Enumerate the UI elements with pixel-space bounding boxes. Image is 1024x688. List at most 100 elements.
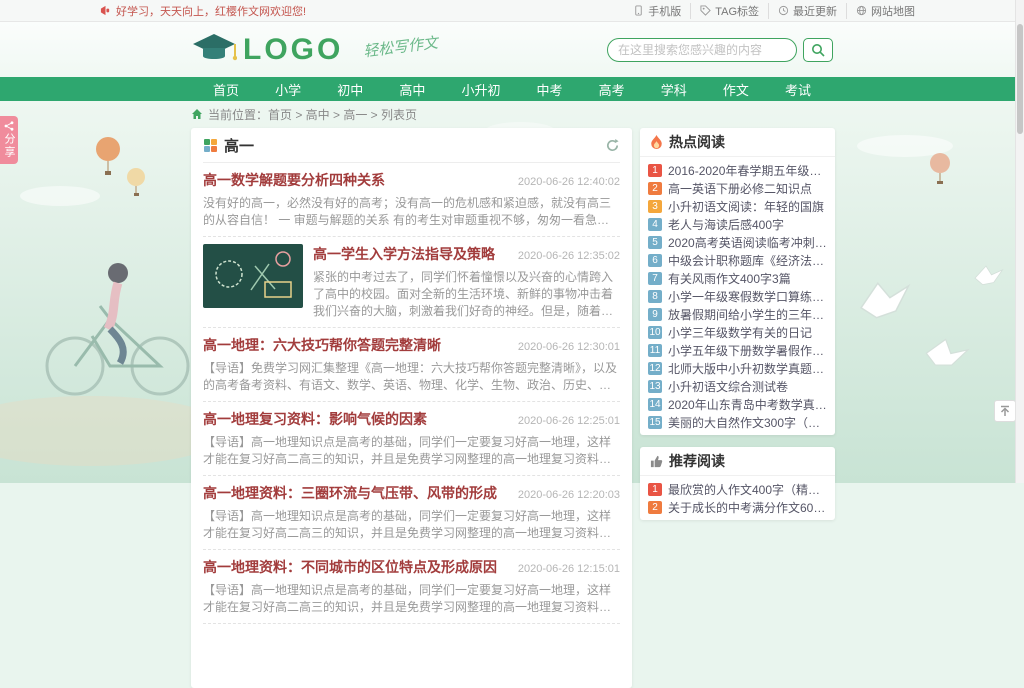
- hot-item-text: 有关风雨作文400字3篇: [668, 270, 791, 287]
- article-title-link[interactable]: 高一地理：六大技巧帮你答题完整清晰: [203, 335, 441, 355]
- nav-item[interactable]: 首页: [205, 77, 247, 102]
- refresh-button[interactable]: [605, 138, 620, 153]
- article-title-link[interactable]: 高一地理资料：三圈环流与气压带、风带的形成: [203, 483, 497, 503]
- article-title-link[interactable]: 高一数学解题要分析四种关系: [203, 170, 385, 190]
- scrollbar-thumb[interactable]: [1017, 24, 1023, 134]
- hot-reading-item[interactable]: 5 2020高考英语阅读临考冲刺试题附答案: [648, 233, 827, 251]
- hot-reading-item[interactable]: 1 2016-2020年春学期五年级语文下期末模拟: [648, 161, 827, 179]
- nav-item[interactable]: 中考: [529, 77, 571, 102]
- hot-item-text: 老人与海读后感400字: [668, 216, 784, 233]
- hot-reading-item[interactable]: 13 小升初语文综合测试卷: [648, 377, 827, 395]
- rank-badge: 4: [648, 218, 662, 231]
- article-title-link[interactable]: 高一地理资料：不同城市的区位特点及形成原因: [203, 557, 497, 577]
- article-snippet: 【导语】高一地理知识点是高考的基础，同学们一定要复习好高一地理，这样才能在复习好…: [203, 508, 620, 542]
- article-item: 高一学生入学方法指导及策略 2020-06-26 12:35:02 紧张的中考过…: [203, 237, 620, 328]
- phone-icon: [633, 5, 644, 16]
- tag-link[interactable]: TAG标签: [691, 3, 769, 19]
- nav-item[interactable]: 初中: [329, 77, 371, 102]
- topbar-links: 手机版 TAG标签 最近更新 网站地图: [624, 3, 924, 19]
- hot-reading-item[interactable]: 4 老人与海读后感400字: [648, 215, 827, 233]
- nav-item[interactable]: 高考: [591, 77, 633, 102]
- article-item: 高一数学解题要分析四种关系 2020-06-26 12:40:02 没有好的高一…: [203, 163, 620, 237]
- hot-reading-item[interactable]: 15 美丽的大自然作文300字（精选3篇）: [648, 413, 827, 431]
- globe-icon: [856, 5, 867, 16]
- hot-reading-list: 1 2016-2020年春学期五年级语文下期末模拟 2 高一英语下册必修二知识点…: [640, 157, 835, 435]
- cyclist-illustration: [47, 263, 188, 394]
- cloud: [20, 186, 100, 206]
- nav-items: 首页小学初中高中小升初中考高考学科作文考试: [191, 77, 833, 101]
- breadcrumb-text: 当前位置：首页 > 高中 > 高一 > 列表页: [208, 106, 417, 123]
- recommend-item-text: 关于成长的中考满分作文600字: [668, 499, 827, 516]
- main-nav: 首页小学初中高中小升初中考高考学科作文考试: [0, 77, 1024, 101]
- article-list-panel: 高一 高一数学解题要分析四种关系 2020-06-26 12:40:02 没有好…: [191, 128, 632, 688]
- nav-item[interactable]: 小升初: [453, 77, 508, 102]
- hot-reading-item[interactable]: 14 2020年山东青岛中考数学真题（已公布）: [648, 395, 827, 413]
- hot-reading-item[interactable]: 11 小学五年级下册数学暑假作业答案【20-61页】: [648, 341, 827, 359]
- mobile-version-link[interactable]: 手机版: [624, 3, 691, 19]
- article-title-link[interactable]: 高一学生入学方法指导及策略: [313, 244, 495, 264]
- recommend-reading-item[interactable]: 2 关于成长的中考满分作文600字: [648, 498, 827, 516]
- article-date: 2020-06-26 12:25:01: [518, 415, 620, 427]
- article-list: 高一数学解题要分析四种关系 2020-06-26 12:40:02 没有好的高一…: [203, 163, 620, 624]
- article-title-link[interactable]: 高一地理复习资料：影响气候的因素: [203, 409, 427, 429]
- mobile-version-label: 手机版: [648, 3, 681, 19]
- hot-reading-item[interactable]: 6 中级会计职称题库《经济法》检测题: [648, 251, 827, 269]
- rank-badge: 1: [648, 164, 662, 177]
- hot-air-balloon: [96, 137, 120, 175]
- rank-badge: 8: [648, 290, 662, 303]
- hot-reading-item[interactable]: 8 小学一年级寒假数学口算练习题三篇: [648, 287, 827, 305]
- hot-air-balloon: [930, 153, 950, 184]
- article-thumbnail[interactable]: [203, 244, 303, 308]
- hot-reading-title: 热点阅读: [669, 132, 725, 152]
- nav-item[interactable]: 作文: [715, 77, 757, 102]
- back-to-top-button[interactable]: [994, 400, 1016, 422]
- sitemap-link[interactable]: 网站地图: [847, 3, 924, 19]
- article-date: 2020-06-26 12:40:02: [518, 176, 620, 188]
- search-bar: [607, 38, 833, 62]
- rank-badge: 2: [648, 501, 662, 514]
- sitemap-label: 网站地图: [871, 3, 915, 19]
- article-snippet: 【导语】高一地理知识点是高考的基础，同学们一定要复习好高一地理，这样才能在复习好…: [203, 582, 620, 616]
- share-icon: [4, 121, 14, 131]
- paper-crane: [924, 336, 969, 371]
- search-input[interactable]: [607, 38, 797, 62]
- scrollbar[interactable]: [1015, 0, 1024, 483]
- hot-item-text: 美丽的大自然作文300字（精选3篇）: [668, 414, 827, 431]
- paper-crane: [975, 266, 1003, 285]
- recommend-item-text: 最欣赏的人作文400字（精选3篇）: [668, 481, 827, 498]
- hot-reading-item[interactable]: 2 高一英语下册必修二知识点: [648, 179, 827, 197]
- hot-reading-item[interactable]: 9 放暑假期间给小学生的三年级英语作文欣赏: [648, 305, 827, 323]
- hot-reading-header: 热点阅读: [640, 128, 835, 157]
- search-button[interactable]: [803, 38, 833, 62]
- hot-reading-item[interactable]: 12 北师大版中小升初数学真题试卷: [648, 359, 827, 377]
- hot-item-text: 小学五年级下册数学暑假作业答案【20-61页】: [668, 342, 827, 359]
- recommend-reading-header: 推荐阅读: [640, 447, 835, 476]
- site-logo[interactable]: LOGO 轻松写作文: [191, 32, 438, 68]
- graduation-cap-icon: [191, 32, 237, 68]
- hot-item-text: 小学三年级数学有关的日记: [668, 324, 812, 341]
- recent-updates-link[interactable]: 最近更新: [769, 3, 847, 19]
- megaphone-icon: [100, 5, 111, 16]
- nav-item[interactable]: 考试: [777, 77, 819, 102]
- share-button[interactable]: 分享: [0, 116, 18, 164]
- hot-reading-item[interactable]: 3 小升初语文阅读：年轻的国旗: [648, 197, 827, 215]
- tag-icon: [700, 5, 711, 16]
- paper-crane: [858, 279, 912, 320]
- hot-reading-item[interactable]: 7 有关风雨作文400字3篇: [648, 269, 827, 287]
- article-item: 高一地理资料：三圈环流与气压带、风带的形成 2020-06-26 12:20:0…: [203, 476, 620, 550]
- nav-item[interactable]: 高中: [391, 77, 433, 102]
- nav-item[interactable]: 学科: [653, 77, 695, 102]
- topbar-welcome: 好学习，天天向上，红樱作文网欢迎您!: [100, 3, 306, 19]
- rank-badge: 14: [648, 398, 662, 411]
- rank-badge: 7: [648, 272, 662, 285]
- hot-item-text: 放暑假期间给小学生的三年级英语作文欣赏: [668, 306, 827, 323]
- flame-icon: [650, 135, 663, 149]
- rank-badge: 10: [648, 326, 662, 339]
- arrow-to-top-icon: [999, 405, 1011, 417]
- breadcrumb: 当前位置：首页 > 高中 > 高一 > 列表页: [191, 106, 417, 122]
- hot-reading-box: 热点阅读 1 2016-2020年春学期五年级语文下期末模拟 2 高一英语下册必…: [640, 128, 835, 435]
- nav-item[interactable]: 小学: [267, 77, 309, 102]
- rank-badge: 2: [648, 182, 662, 195]
- rank-badge: 3: [648, 200, 662, 213]
- hot-reading-item[interactable]: 10 小学三年级数学有关的日记: [648, 323, 827, 341]
